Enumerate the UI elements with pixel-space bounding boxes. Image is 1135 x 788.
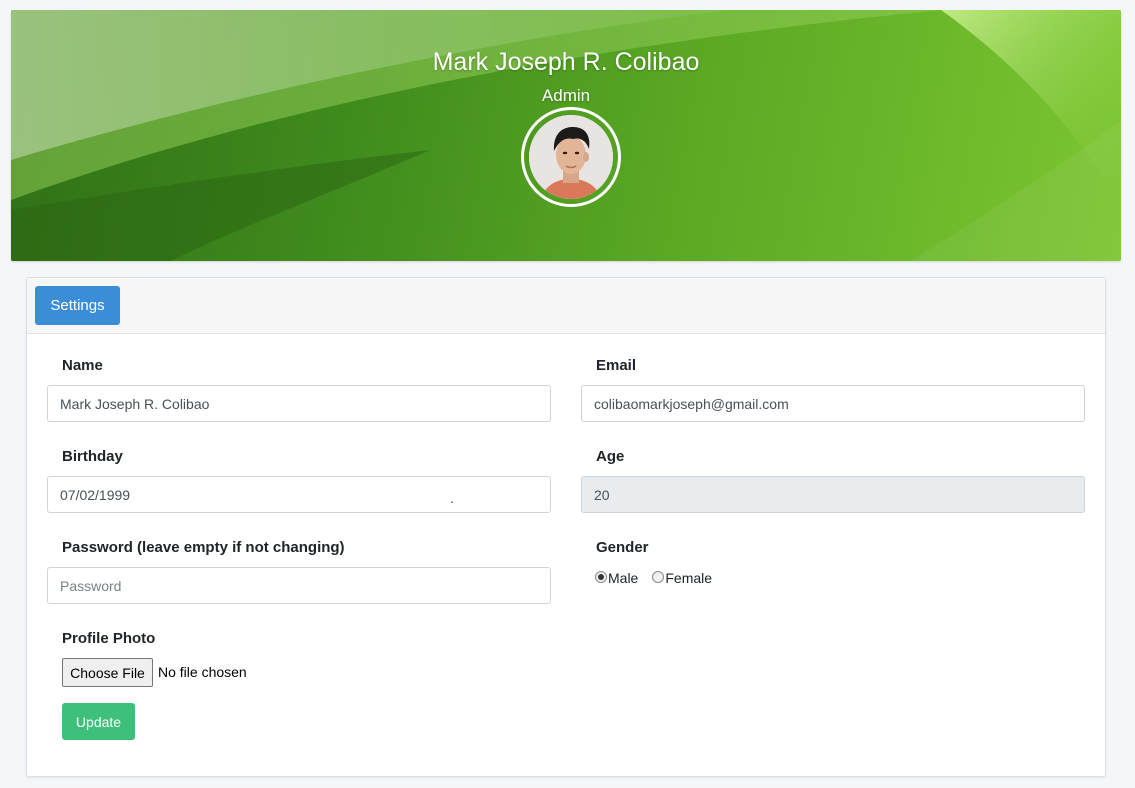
avatar-ring: [521, 107, 621, 207]
gender-female-radio[interactable]: [652, 571, 665, 583]
gender-label: Gender: [596, 539, 649, 556]
gender-male-radio[interactable]: [595, 571, 607, 583]
file-status: No file chosen: [158, 664, 247, 680]
profile-name: Mark Joseph R. Colibao: [432, 48, 700, 76]
update-button[interactable]: Update: [62, 703, 135, 740]
avatar: [529, 115, 613, 199]
date-picker-marker: .: [450, 490, 454, 506]
email-input[interactable]: colibaomarkjoseph@gmail.com: [581, 385, 1085, 422]
birthday-label: Birthday: [62, 448, 123, 465]
birthday-input[interactable]: 07/02/1999 .: [47, 476, 551, 513]
email-label: Email: [596, 357, 637, 374]
gender-female-label[interactable]: Female: [665, 570, 712, 586]
birthday-value: 07/02/1999: [60, 486, 131, 503]
profile-header: Mark Joseph R. Colibao Admin: [11, 10, 1121, 261]
avatar-photo: [529, 115, 613, 199]
password-input[interactable]: Password: [47, 567, 551, 604]
settings-card: Settings Name Mark Joseph R. Colibao Ema…: [26, 277, 1106, 777]
card-header: Settings: [27, 278, 1105, 334]
name-label: Name: [62, 357, 103, 374]
gender-male-label[interactable]: Male: [608, 570, 638, 586]
choose-file-button[interactable]: Choose File: [62, 658, 153, 687]
age-input: 20: [581, 476, 1085, 513]
profile-photo-label: Profile Photo: [62, 630, 156, 647]
age-label: Age: [596, 448, 625, 465]
profile-role: Admin: [541, 86, 591, 105]
password-label: Password (leave empty if not changing): [62, 539, 345, 556]
tab-settings[interactable]: Settings: [35, 286, 120, 325]
gender-radio-group: Male Female: [595, 570, 726, 586]
name-input[interactable]: Mark Joseph R. Colibao: [47, 385, 551, 422]
